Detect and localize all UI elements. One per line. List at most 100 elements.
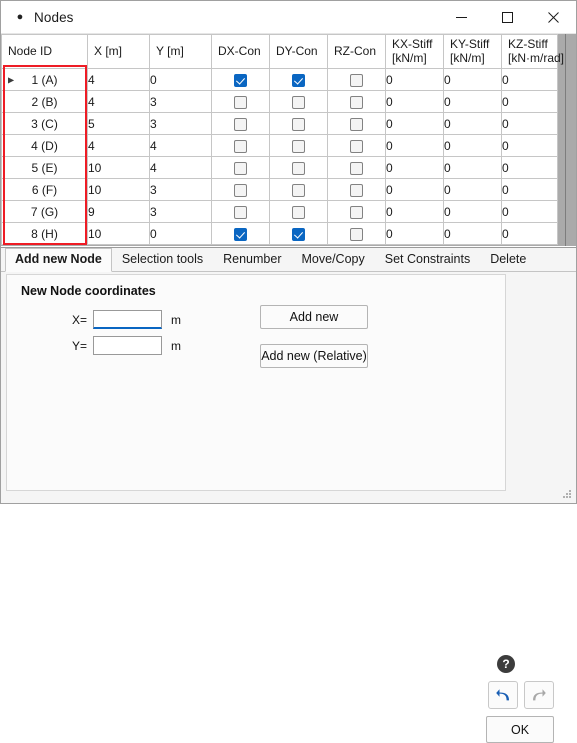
column-header-ky_stiff[interactable]: KY-Stiff [kN/m] [443,34,502,69]
rz-con-checkbox[interactable] [350,139,363,153]
dx-con-cell[interactable] [211,112,270,135]
y-cell[interactable]: 3 [149,200,212,223]
minimize-icon[interactable] [438,1,484,33]
dy-con-checkbox[interactable] [292,205,305,219]
y-input[interactable] [93,336,162,355]
ky-stiff-cell[interactable]: 0 [443,200,502,223]
rz-con-cell[interactable] [327,134,386,157]
table-row[interactable]: 5 (E) 10 4 0 0 0 [1,156,558,179]
dy-con-checkbox[interactable] [292,117,305,131]
kx-stiff-cell[interactable]: 0 [385,134,444,157]
x-cell[interactable]: 10 [87,222,150,245]
kx-stiff-cell[interactable]: 0 [385,112,444,135]
dy-con-cell[interactable] [269,200,328,223]
dy-con-checkbox[interactable] [292,183,305,197]
kx-stiff-cell[interactable]: 0 [385,90,444,113]
x-cell[interactable]: 4 [87,68,150,91]
dx-con-checkbox[interactable] [234,139,247,153]
kz-stiff-cell[interactable]: 0 [501,200,558,223]
ky-stiff-cell[interactable]: 0 [443,134,502,157]
tab-add-new-node[interactable]: Add new Node [5,248,112,272]
kz-stiff-cell[interactable]: 0 [501,90,558,113]
close-icon[interactable] [530,1,576,33]
dx-con-checkbox[interactable] [234,73,247,87]
kx-stiff-cell[interactable]: 0 [385,156,444,179]
rz-con-cell[interactable] [327,200,386,223]
dy-con-checkbox[interactable] [292,139,305,153]
ky-stiff-cell[interactable]: 0 [443,112,502,135]
x-input[interactable] [93,310,162,329]
table-row[interactable]: ▶ 1 (A) 4 0 0 0 0 [1,68,558,91]
tab-delete[interactable]: Delete [480,248,536,271]
y-cell[interactable]: 0 [149,222,212,245]
ky-stiff-cell[interactable]: 0 [443,90,502,113]
y-cell[interactable]: 3 [149,112,212,135]
ok-button[interactable]: OK [486,716,554,743]
rz-con-cell[interactable] [327,222,386,245]
ky-stiff-cell[interactable]: 0 [443,68,502,91]
dy-con-cell[interactable] [269,68,328,91]
rz-con-checkbox[interactable] [350,117,363,131]
dx-con-cell[interactable] [211,200,270,223]
dy-con-cell[interactable] [269,178,328,201]
rz-con-checkbox[interactable] [350,73,363,87]
rz-con-cell[interactable] [327,112,386,135]
rz-con-cell[interactable] [327,178,386,201]
add-new-button[interactable]: Add new [260,305,368,329]
column-header-kx_stiff[interactable]: KX-Stiff [kN/m] [385,34,444,69]
column-header-dy_con[interactable]: DY-Con [269,34,328,69]
ky-stiff-cell[interactable]: 0 [443,178,502,201]
dy-con-checkbox[interactable] [292,227,305,241]
dx-con-cell[interactable] [211,156,270,179]
x-cell[interactable]: 4 [87,90,150,113]
kz-stiff-cell[interactable]: 0 [501,112,558,135]
dx-con-cell[interactable] [211,134,270,157]
y-cell[interactable]: 3 [149,90,212,113]
dy-con-checkbox[interactable] [292,161,305,175]
kx-stiff-cell[interactable]: 0 [385,222,444,245]
column-header-dx_con[interactable]: DX-Con [211,34,270,69]
tab-selection-tools[interactable]: Selection tools [112,248,213,271]
table-row[interactable]: 3 (C) 5 3 0 0 0 [1,112,558,135]
column-header-node_id[interactable]: Node ID [1,34,88,69]
y-cell[interactable]: 0 [149,68,212,91]
dy-con-cell[interactable] [269,90,328,113]
rz-con-checkbox[interactable] [350,183,363,197]
dx-con-cell[interactable] [211,178,270,201]
y-cell[interactable]: 4 [149,156,212,179]
dy-con-cell[interactable] [269,156,328,179]
rz-con-checkbox[interactable] [350,205,363,219]
table-row[interactable]: 4 (D) 4 4 0 0 0 [1,134,558,157]
dx-con-cell[interactable] [211,68,270,91]
ky-stiff-cell[interactable]: 0 [443,156,502,179]
dy-con-cell[interactable] [269,222,328,245]
node-id-cell[interactable]: 4 (D) [1,134,88,157]
kz-stiff-cell[interactable]: 0 [501,178,558,201]
rz-con-cell[interactable] [327,90,386,113]
node-id-cell[interactable]: 3 (C) [1,112,88,135]
y-cell[interactable]: 3 [149,178,212,201]
tab-renumber[interactable]: Renumber [213,248,291,271]
table-row[interactable]: 2 (B) 4 3 0 0 0 [1,90,558,113]
dx-con-checkbox[interactable] [234,205,247,219]
table-row[interactable]: 7 (G) 9 3 0 0 0 [1,200,558,223]
x-cell[interactable]: 5 [87,112,150,135]
dy-con-cell[interactable] [269,112,328,135]
rz-con-cell[interactable] [327,156,386,179]
node-id-cell[interactable]: 8 (H) [1,222,88,245]
node-id-cell[interactable]: ▶ 1 (A) [1,68,88,91]
rz-con-cell[interactable] [327,68,386,91]
kz-stiff-cell[interactable]: 0 [501,134,558,157]
dx-con-checkbox[interactable] [234,117,247,131]
resize-grip[interactable] [562,489,572,499]
ky-stiff-cell[interactable]: 0 [443,222,502,245]
column-header-rz_con[interactable]: RZ-Con [327,34,386,69]
dx-con-checkbox[interactable] [234,227,247,241]
column-header-y[interactable]: Y [m] [149,34,212,69]
dx-con-cell[interactable] [211,222,270,245]
column-header-x[interactable]: X [m] [87,34,150,69]
x-cell[interactable]: 9 [87,200,150,223]
node-id-cell[interactable]: 5 (E) [1,156,88,179]
rz-con-checkbox[interactable] [350,161,363,175]
node-id-cell[interactable]: 7 (G) [1,200,88,223]
